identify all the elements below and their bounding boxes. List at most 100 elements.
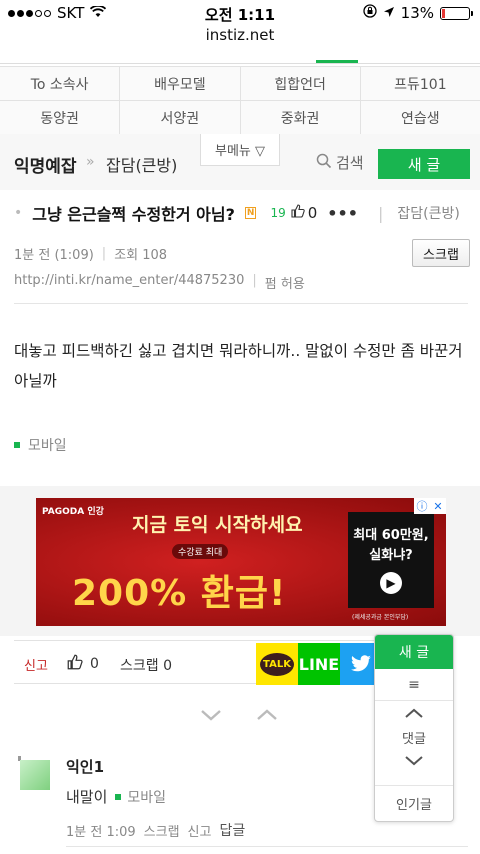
top-nav-strip [0,46,480,64]
category-item[interactable]: 힙합언더 [240,67,361,100]
like-button[interactable]: 0 [290,203,318,223]
line-share-button[interactable]: LINE [298,643,340,685]
search-icon [316,153,332,173]
avatar [20,760,50,790]
scrap-button[interactable]: 스크랩 [412,239,470,267]
comment-text: 내말이 [66,788,108,806]
category-grid: To 소속사 배우모델 힙합언더 프듀101 동양권 서양권 중화권 연습생 [0,66,480,135]
comment-author[interactable]: 익인1 [66,756,104,777]
more-icon[interactable]: ••• [327,204,358,223]
page-nav-arrows [200,706,278,727]
ad-controls: ⓘ ✕ [414,498,446,514]
new-badge: N [244,207,257,219]
reply-button[interactable]: 답글 [219,820,245,840]
scrap-count-button[interactable]: 스크랩 0 [120,655,172,675]
ad-offer-line: 최대 60만원, [353,528,429,543]
ad-container: PAGODA 인강 지금 토익 시작하세요 수강료 최대 200% 환급! 최대… [0,486,480,636]
board-title[interactable]: 익명예잡 [14,152,77,177]
post-title-row: • 그냥 은근슬쩍 수정한거 아님? N 19 0 ••• | 잡담(큰방) [14,200,474,226]
status-right: 13% [363,4,473,22]
category-item[interactable]: 중화권 [240,101,361,134]
thumbs-up-icon [290,203,306,223]
device-label: 모바일 [28,438,67,454]
category-item[interactable]: 동양권 [0,101,121,134]
comment-content: 내말이 모바일 [66,786,166,807]
view-count: 조회 108 [114,248,168,263]
divider [66,846,468,847]
twitter-bird-icon [351,655,371,672]
browser-url[interactable]: instiz.net [0,26,480,44]
top-nav-active-indicator [316,60,358,63]
divider: | [377,203,384,223]
ad-big-text: 200% 환급! [72,573,287,614]
floating-nav-widget: 새 글 ≡ 댓글 인기글 [374,634,454,822]
menu-icon[interactable]: ≡ [375,669,453,701]
divider: | [101,246,107,261]
mobile-indicator-icon [115,793,122,800]
ad-headline: 지금 토익 시작하세요 [132,514,303,536]
post-title: 그냥 은근슬쩍 수정한거 아님? [32,205,235,224]
comment-device: 모바일 [115,787,166,807]
comment-scrap-button[interactable]: 스크랩 [144,821,180,840]
divider: | [252,273,257,288]
permission-label: 펌 허용 [264,277,305,292]
ad-fine-print: (제세공과금 본인부담) [352,614,409,621]
like-count: 0 [90,656,99,672]
chevron-down-icon[interactable] [200,706,222,727]
comment-meta: 1분 전 1:09 스크랩 신고 답글 [66,820,245,840]
rotation-lock-icon [363,4,377,22]
post-url[interactable]: http://inti.kr/name_enter/44875230 [14,273,244,292]
search-button[interactable]: 검색 [316,152,364,173]
category-item[interactable]: 프듀101 [360,67,480,100]
post-time: 1분 전 (1:09) [14,248,94,263]
ad-banner[interactable]: PAGODA 인강 지금 토익 시작하세요 수강료 최대 200% 환급! 최대… [36,498,446,626]
new-post-button[interactable]: 새 글 [378,149,470,179]
battery-icon [440,6,473,20]
ad-offer-box: 최대 60만원, 실화냐? ▶ [348,512,434,608]
floating-new-post-button[interactable]: 새 글 [375,635,453,669]
board-subtitle[interactable]: 잡담(큰방) [106,152,177,176]
category-item[interactable]: 서양권 [120,101,241,134]
category-item[interactable]: 배우모델 [120,67,241,100]
status-bar: SKT 오전 1:11 13% [0,0,480,26]
like-count: 0 [307,204,318,222]
thumbs-up-icon [66,653,84,675]
comments-jump-button[interactable]: 댓글 [375,725,453,749]
report-button[interactable]: 신고 [24,655,48,674]
category-row: 동양권 서양권 중화권 연습생 [0,101,480,135]
ad-offer-line: 실화냐? [369,548,413,563]
battery-percent: 13% [400,4,434,22]
category-item[interactable]: 연습생 [360,101,480,134]
ad-tag: 수강료 최대 [172,544,229,559]
category-item[interactable]: To 소속사 [0,67,121,100]
post-device: 모바일 [14,435,67,455]
comment-time: 1분 전 1:09 [66,824,136,840]
like-button[interactable]: 0 [66,653,99,675]
board-header: 익명예잡 » 잡담(큰방) 부메뉴 ▽ 검색 새 글 [0,134,480,190]
device-label: 모바일 [127,789,167,806]
breadcrumb-separator: » [86,154,95,170]
chevron-up-icon[interactable] [256,706,278,727]
post-category[interactable]: 잡담(큰방) [397,203,459,223]
post-link-row: http://inti.kr/name_enter/44875230 | 펌 허… [14,273,305,292]
mobile-indicator-icon [14,442,20,448]
category-row: To 소속사 배우모델 힙합언더 프듀101 [0,67,480,101]
scroll-down-icon[interactable] [375,749,453,773]
bullet: • [14,205,23,221]
search-label: 검색 [336,154,364,172]
play-arrow-icon: ▶ [380,572,402,594]
divider [14,303,468,304]
ad-brand: PAGODA 인강 [42,507,104,517]
kakaotalk-share-button[interactable]: TALK [256,643,298,685]
comment-count: 19 [270,206,286,220]
popular-posts-button[interactable]: 인기글 [375,785,453,821]
ad-info-icon[interactable]: ⓘ [414,498,430,514]
post-body: 대놓고 피드백하긴 싫고 겹치면 뭐라하니까.. 말없이 수정만 좀 바꾼거 아… [14,342,463,390]
post-meta: 1분 전 (1:09) | 조회 108 [14,244,167,263]
location-arrow-icon [383,4,395,22]
scroll-up-icon[interactable] [375,701,453,725]
comment-report-button[interactable]: 신고 [188,821,212,840]
submenu-button[interactable]: 부메뉴 ▽ [200,134,280,166]
ad-close-icon[interactable]: ✕ [430,498,446,514]
kakaotalk-icon: TALK [260,652,294,676]
